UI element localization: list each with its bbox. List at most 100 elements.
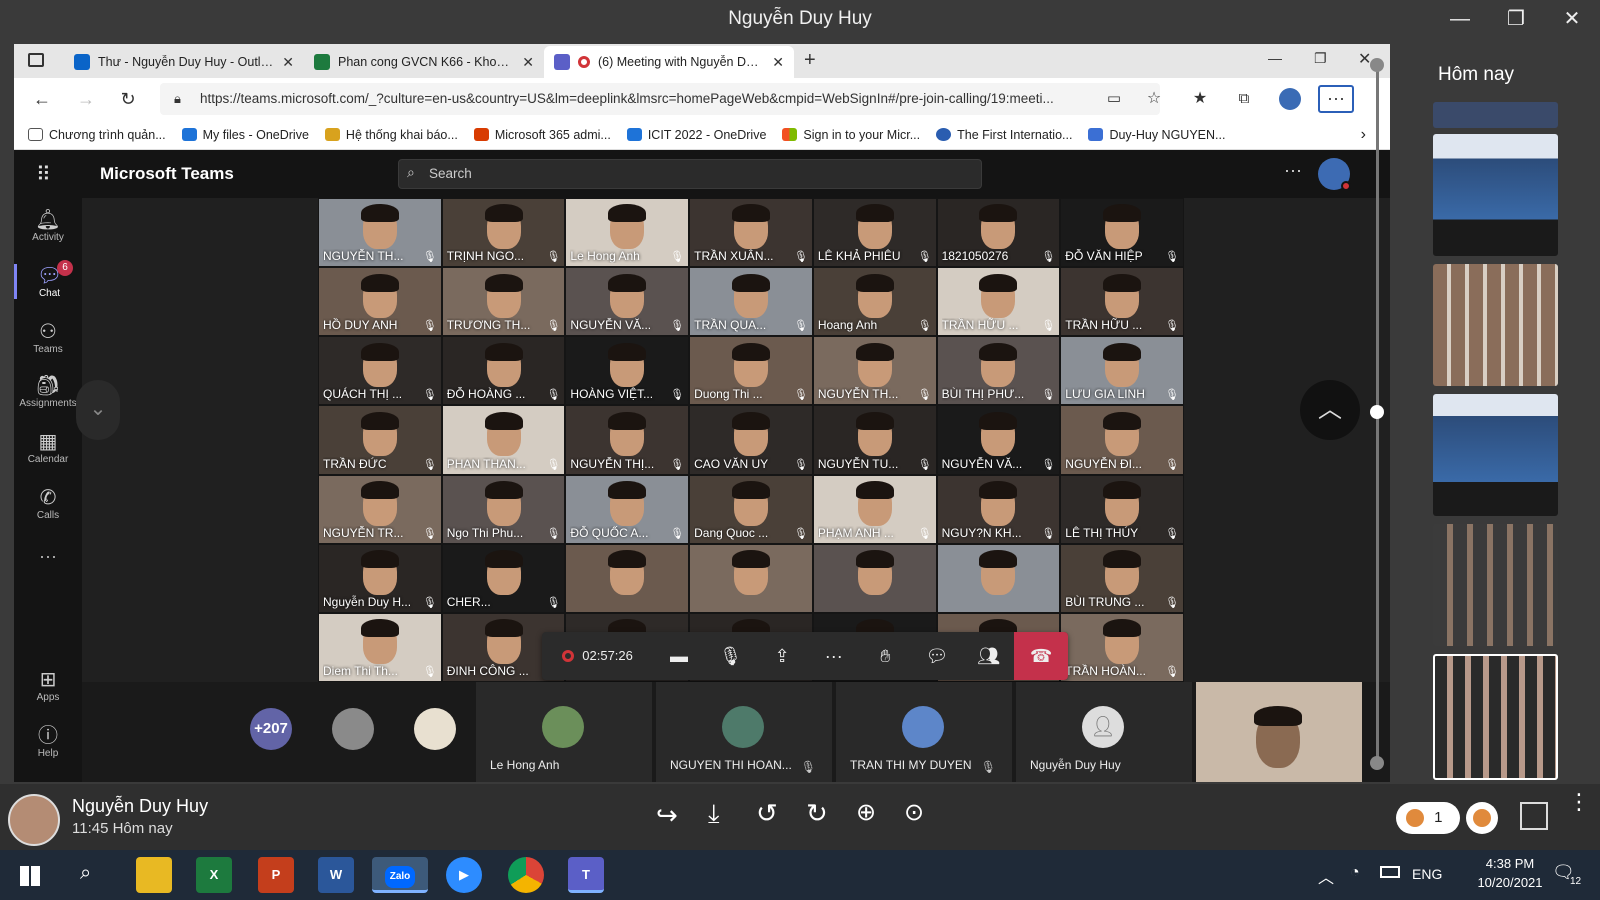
- zoom-in-icon[interactable]: ⊕: [856, 798, 876, 827]
- battery-icon[interactable]: [1380, 866, 1400, 878]
- video-tile[interactable]: PHẠM ANH ... 🎙︎: [812, 474, 937, 544]
- favorite-add-icon[interactable]: ☆: [1140, 85, 1168, 113]
- tab-excel[interactable]: Phan cong GVCN K66 - Khoa CNTT ✕: [304, 46, 544, 78]
- video-tile[interactable]: TRỊNH NGO... 🎙︎: [441, 198, 566, 268]
- rail-activity[interactable]: 🔔︎ Activity: [14, 208, 82, 243]
- refresh-icon[interactable]: ↻: [114, 85, 142, 113]
- overflow-count-badge[interactable]: +207: [250, 708, 292, 750]
- video-tile[interactable]: Le Hong Anh 🎙︎: [565, 198, 690, 268]
- download-icon[interactable]: ⤓: [708, 798, 720, 830]
- chevron-down-icon[interactable]: ⌄: [76, 380, 120, 440]
- close-icon[interactable]: ✕: [282, 54, 294, 71]
- video-tile[interactable]: NGUY?N KH... 🎙︎: [936, 474, 1061, 544]
- powerpoint-icon[interactable]: P: [258, 857, 294, 893]
- video-tile[interactable]: QUÁCH THỊ ... 🎙︎: [318, 336, 442, 406]
- video-tile[interactable]: Dang Quoc ... 🎙︎: [689, 474, 813, 544]
- video-tile[interactable]: CAO VĂN UY 🎙︎: [689, 405, 813, 475]
- close-icon[interactable]: ✕: [522, 54, 534, 71]
- bookmark-item[interactable]: The First Internatio...: [936, 128, 1072, 142]
- more-apps-icon[interactable]: ···: [14, 546, 82, 567]
- language-indicator[interactable]: ENG: [1412, 866, 1442, 882]
- video-tile[interactable]: [689, 543, 813, 613]
- thumbnail-selected[interactable]: [1433, 654, 1558, 780]
- word-icon[interactable]: W: [318, 857, 354, 893]
- chevron-up-icon[interactable]: ︿: [1300, 380, 1360, 440]
- search-icon[interactable]: ⌕: [80, 862, 91, 885]
- thumbnail[interactable]: [1433, 264, 1558, 386]
- excel-icon[interactable]: X: [196, 857, 232, 893]
- user-avatar[interactable]: [1318, 158, 1351, 191]
- tab-actions-icon[interactable]: [28, 53, 44, 67]
- video-tile[interactable]: NGUYỄN TU... 🎙︎: [812, 405, 937, 475]
- video-tile[interactable]: LƯU GIA LINH 🎙︎: [1060, 336, 1184, 406]
- bookmark-item[interactable]: Duy-Huy NGUYEN...: [1088, 128, 1225, 142]
- video-tile[interactable]: 1821050276 🎙︎: [936, 198, 1061, 268]
- forward-icon[interactable]: →: [72, 85, 100, 113]
- rail-help[interactable]: ⓘ Help: [14, 724, 82, 759]
- raise-hand-button[interactable]: ✋︎: [860, 632, 912, 680]
- more-vertical-icon[interactable]: ⋮: [1568, 791, 1590, 813]
- thumbnail[interactable]: [1433, 134, 1558, 256]
- video-tile[interactable]: TRẦN HOÀN... 🎙︎: [1060, 612, 1184, 682]
- participants-button[interactable]: 👥︎: [963, 632, 1015, 680]
- teams-icon[interactable]: T: [568, 857, 604, 893]
- tab-outlook[interactable]: Thư - Nguyễn Duy Huy - Outlook ✕: [64, 46, 304, 78]
- zalo-icon[interactable]: Zalo: [372, 857, 428, 893]
- video-tile[interactable]: NGUYỄN TR... 🎙︎: [318, 474, 442, 544]
- video-tile[interactable]: BÙI TRUNG ... 🎙︎: [1060, 543, 1184, 613]
- thumbnail[interactable]: [1433, 102, 1558, 128]
- search-input[interactable]: ⌕ Search: [398, 159, 982, 189]
- video-tile[interactable]: TRẦN HỮU ... 🎙︎: [1060, 267, 1184, 337]
- video-tile[interactable]: NGUYỄN TH... 🎙︎: [812, 336, 937, 406]
- add-reaction-button[interactable]: [1466, 802, 1498, 834]
- profile-avatar[interactable]: [1276, 85, 1304, 113]
- zoom-icon[interactable]: ▶: [446, 857, 482, 893]
- video-tile[interactable]: ĐỖ QUỐC A... 🎙︎: [565, 474, 690, 544]
- thumbnail[interactable]: [1433, 394, 1558, 516]
- video-tile[interactable]: BÙI THỊ PHƯ... 🎙︎: [936, 336, 1061, 406]
- more-options-icon[interactable]: ···: [1284, 160, 1302, 181]
- clock[interactable]: 4:38 PM 10/20/2021: [1470, 856, 1550, 890]
- minimize-icon[interactable]: —: [1440, 4, 1480, 34]
- minimize-icon[interactable]: —: [1268, 50, 1282, 66]
- tab-teams-meeting[interactable]: (6) Meeting with Nguyễn Duy Huy ✕: [544, 46, 794, 78]
- bookmark-item[interactable]: ICIT 2022 - OneDrive: [626, 128, 766, 142]
- video-tile[interactable]: [565, 543, 690, 613]
- windows-start-icon[interactable]: [20, 866, 40, 886]
- video-tile[interactable]: Nguyễn Duy H... 🎙︎: [318, 543, 442, 613]
- bookmark-item[interactable]: Chương trình quản...: [28, 128, 166, 142]
- rail-teams[interactable]: ⚇ Teams: [14, 320, 82, 355]
- video-tile[interactable]: NGUYỄN THỊ... 🎙︎: [565, 405, 690, 475]
- camera-button[interactable]: ▬: [653, 632, 705, 680]
- video-tile[interactable]: PHAN THAN... 🎙︎: [441, 405, 566, 475]
- video-tile[interactable]: [936, 543, 1061, 613]
- share-screen-button[interactable]: ⇪: [756, 632, 808, 680]
- video-tile[interactable]: HỒ DUY ANH 🎙︎: [318, 267, 442, 337]
- forward-share-icon[interactable]: ↪: [656, 800, 678, 831]
- app-launcher-icon[interactable]: ⠿: [36, 162, 51, 187]
- video-tile[interactable]: NGUYỄN ĐI... 🎙︎: [1060, 405, 1184, 475]
- bookmark-item[interactable]: My files - OneDrive: [181, 128, 309, 142]
- video-tile[interactable]: LÊ KHẢ PHIÊU 🎙︎: [812, 198, 937, 268]
- meeting-chat-button[interactable]: 💬︎: [911, 632, 963, 680]
- timeline-dot[interactable]: [1370, 756, 1384, 770]
- url-field[interactable]: 🔒︎ https://teams.microsoft.com/_?culture…: [160, 83, 1160, 115]
- video-tile[interactable]: Ngo Thi Phu... 🎙︎: [441, 474, 566, 544]
- bookmark-item[interactable]: Microsoft 365 admi...: [473, 128, 611, 142]
- thumbnail[interactable]: [1433, 524, 1558, 646]
- video-tile[interactable]: TRẦN XUÂN... 🎙︎: [689, 198, 813, 268]
- timeline-dot[interactable]: [1370, 58, 1384, 72]
- new-tab-icon[interactable]: +: [804, 49, 816, 72]
- chevron-up-icon[interactable]: ︿: [1318, 864, 1334, 888]
- chrome-icon[interactable]: [508, 857, 544, 893]
- back-icon[interactable]: ←: [28, 85, 56, 113]
- video-tile[interactable]: LÊ THỊ THÚY 🎙︎: [1060, 474, 1184, 544]
- layout-toggle-icon[interactable]: [1520, 802, 1548, 830]
- video-tile[interactable]: TRẦN HỮU ... 🎙︎: [936, 267, 1061, 337]
- chevron-right-icon[interactable]: ›: [1361, 126, 1366, 144]
- video-tile[interactable]: ĐỖ VĂN HIỆP 🎙︎: [1060, 198, 1184, 268]
- more-actions-button[interactable]: ···: [808, 632, 860, 680]
- bookmark-item[interactable]: Sign in to your Micr...: [782, 128, 920, 142]
- leave-call-button[interactable]: ☎: [1014, 632, 1069, 680]
- close-icon[interactable]: ✕: [772, 54, 784, 71]
